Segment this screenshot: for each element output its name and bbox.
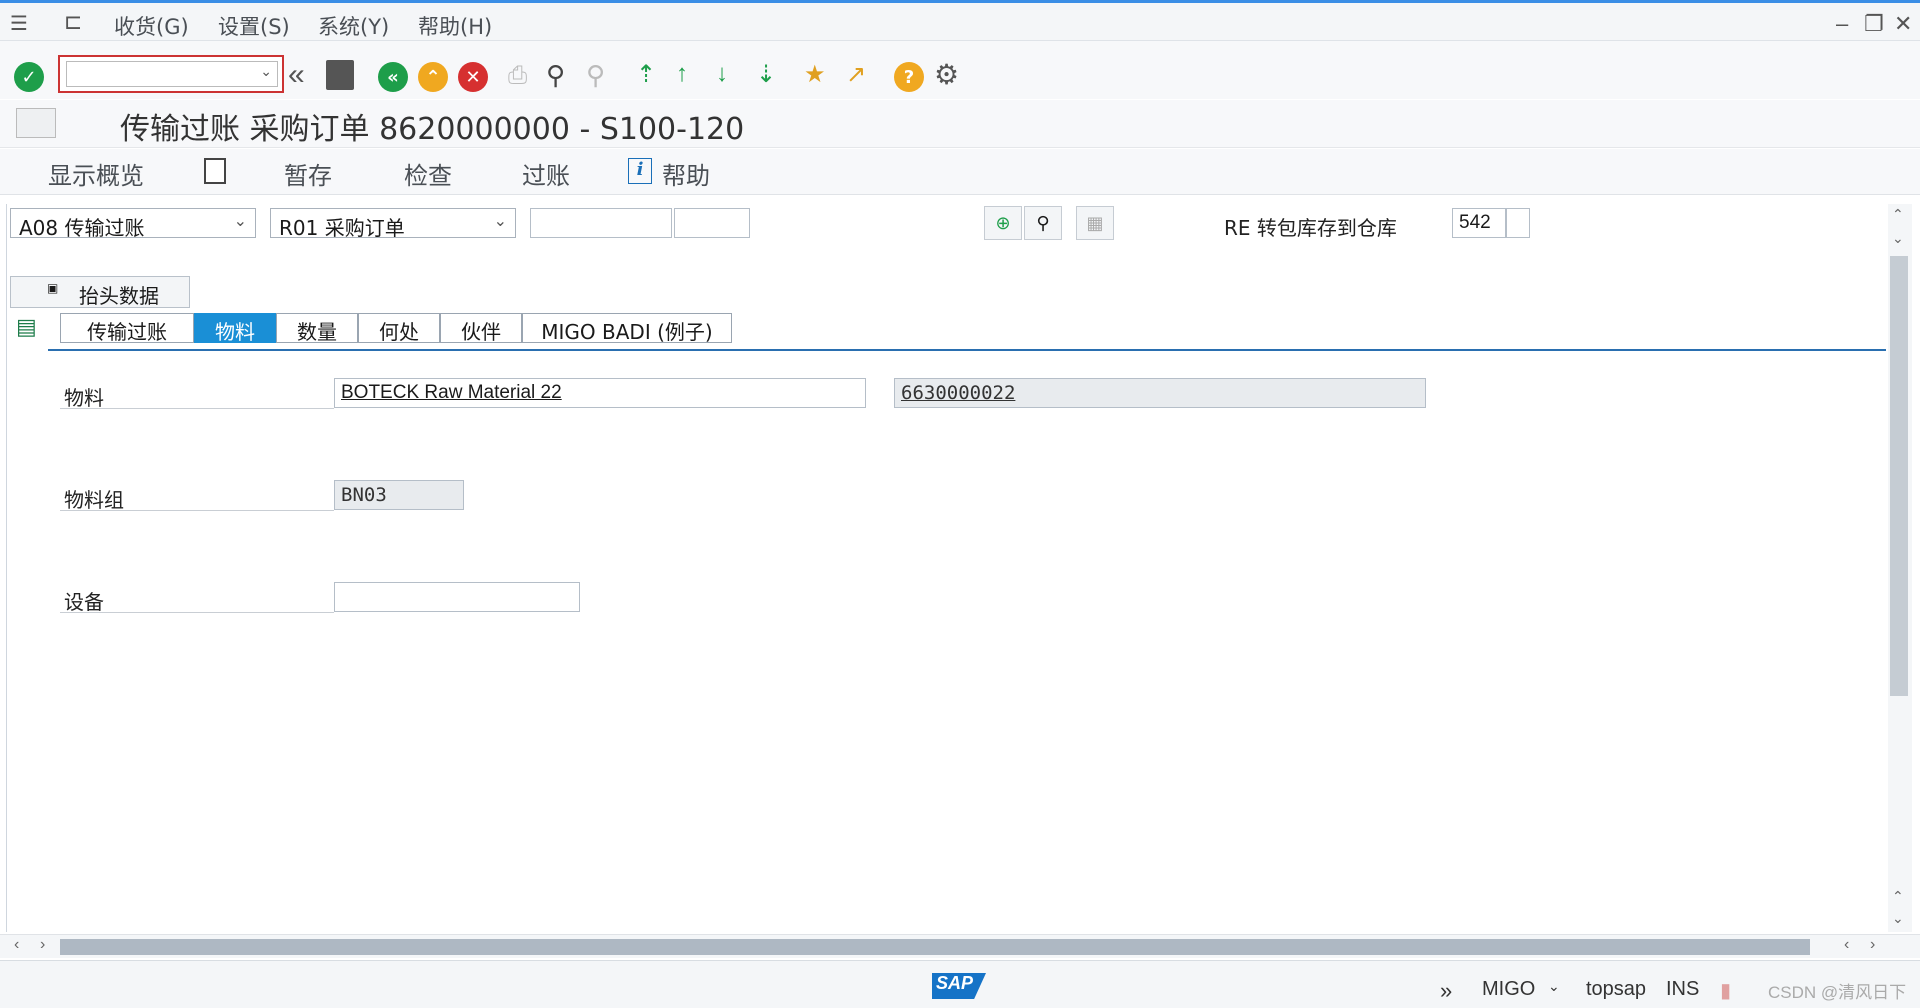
expand-status-icon[interactable]: » — [1440, 978, 1452, 1004]
search-button[interactable]: ⚲ — [1024, 206, 1062, 240]
tab-transfer-posting[interactable]: 传输过账 — [60, 313, 194, 344]
screen-menu-icon[interactable] — [16, 108, 56, 138]
check-button[interactable]: 检查 — [404, 156, 452, 191]
reference-dropdown[interactable]: R01 采购订单 ⌄ — [270, 208, 516, 240]
system-menu-icon[interactable]: ⊏ — [64, 9, 82, 35]
label-underline — [60, 612, 334, 613]
detail-toggle-icon[interactable]: ▤ — [16, 314, 37, 340]
next-page-icon[interactable]: ↓ — [716, 60, 728, 88]
chevron-down-icon: ⌄ — [233, 211, 247, 230]
help-icon[interactable]: ? — [894, 62, 924, 92]
last-page-icon[interactable]: ⇣ — [756, 60, 776, 89]
menu-icon[interactable]: ☰ — [10, 11, 28, 36]
scroll-down-icon[interactable]: ⌄ — [1892, 910, 1904, 927]
hold-button[interactable]: 暂存 — [284, 156, 332, 191]
first-page-icon[interactable]: ⇡ — [636, 60, 656, 89]
server-name: topsap — [1586, 978, 1647, 1000]
calculator-button[interactable]: ▦ — [1076, 206, 1114, 240]
scroll-down-icon[interactable]: ⌄ — [1892, 230, 1904, 247]
chevron-down-icon: ⌄ — [493, 211, 507, 230]
scroll-right-icon[interactable]: › — [40, 936, 45, 954]
scroll-up-icon[interactable]: ⌃ — [1892, 206, 1904, 223]
close-icon[interactable]: ✕ — [1894, 11, 1912, 37]
prev-page-icon[interactable]: ↑ — [676, 60, 688, 88]
material-label: 物料 — [64, 386, 104, 410]
tab-where[interactable]: 何处 — [358, 313, 440, 344]
print-icon[interactable]: ⎙ — [508, 62, 527, 90]
menu-settings[interactable]: 设置(S) — [218, 11, 290, 41]
command-field[interactable]: ⌄ — [58, 55, 284, 93]
equipment-label: 设备 — [64, 590, 104, 614]
tab-quantity[interactable]: 数量 — [276, 313, 358, 344]
toggle-icon: ▣ — [47, 281, 59, 295]
check-icon[interactable]: ✓ — [14, 62, 44, 92]
new-document-icon[interactable] — [204, 158, 226, 184]
insert-mode: INS — [1666, 978, 1700, 1000]
execute-icon: ⊕ — [995, 212, 1011, 233]
cancel-icon[interactable]: ✕ — [458, 62, 488, 92]
action-dropdown[interactable]: A08 传输过账 ⌄ — [10, 208, 256, 240]
back-double-icon[interactable]: « — [288, 58, 305, 92]
document-number-input[interactable] — [530, 208, 672, 238]
tab-material[interactable]: 物料 — [194, 313, 276, 344]
label-underline — [60, 408, 334, 409]
scroll-left-icon[interactable]: ‹ — [14, 936, 19, 954]
horizontal-scroll-thumb[interactable] — [60, 939, 1810, 955]
tab-migo-badi[interactable]: MIGO BADI (例子) — [522, 313, 732, 344]
find-icon[interactable]: ⚲ — [546, 60, 565, 91]
restore-icon[interactable]: ❐ — [1864, 11, 1884, 37]
tab-partner[interactable]: 伙伴 — [440, 313, 522, 344]
label-underline — [60, 510, 334, 511]
show-overview-button[interactable]: 显示概览 — [48, 156, 144, 191]
chevron-down-icon[interactable]: ⌄ — [260, 63, 272, 80]
minimize-icon[interactable]: – — [1836, 11, 1848, 37]
menu-help[interactable]: 帮助(H) — [418, 11, 492, 41]
shortcut-icon[interactable]: ↗ — [846, 60, 866, 89]
vertical-scroll-thumb[interactable] — [1890, 256, 1908, 696]
menu-bar: ☰ ⊏ 收货(G) 设置(S) 系统(Y) 帮助(H) – ❐ ✕ — [0, 3, 1920, 41]
page-title: 传输过账 采购订单 8620000000 - S100-120 — [120, 112, 745, 147]
settings-icon[interactable]: ⚙ — [934, 58, 959, 91]
save-icon[interactable] — [326, 60, 354, 90]
movement-type-label: RE 转包库存到仓库 — [1224, 216, 1397, 240]
material-number-field: 6630000022 — [894, 378, 1426, 408]
exit-icon[interactable]: ⌃ — [418, 62, 448, 92]
watermark: CSDN @清风日下 — [1768, 983, 1907, 1002]
menu-system[interactable]: 系统(Y) — [318, 11, 389, 41]
back-icon[interactable]: « — [378, 62, 408, 92]
movement-type-extra[interactable] — [1506, 208, 1530, 238]
scroll-left-icon[interactable]: ‹ — [1844, 936, 1849, 954]
header-data-button[interactable]: ▣ 抬头数据 — [10, 276, 190, 308]
material-group-label: 物料组 — [64, 488, 124, 512]
material-group-field: BN03 — [334, 480, 464, 510]
equipment-input[interactable] — [334, 582, 580, 612]
find-next-icon[interactable]: ⚲ — [586, 60, 605, 91]
transaction-code[interactable]: MIGO — [1482, 978, 1535, 1001]
menu-goods-receipt[interactable]: 收货(G) — [114, 11, 189, 41]
chevron-down-icon[interactable]: ⌄ — [1548, 978, 1560, 995]
help-button[interactable]: 帮助 — [662, 156, 710, 191]
scroll-right-icon[interactable]: › — [1870, 936, 1875, 954]
info-icon[interactable]: i — [628, 158, 652, 184]
document-item-input[interactable] — [674, 208, 750, 238]
status-icon: ▮ — [1720, 980, 1732, 1002]
scroll-up-icon[interactable]: ⌃ — [1892, 888, 1904, 905]
tab-underline — [48, 349, 1886, 351]
binoculars-icon: ⚲ — [1036, 212, 1050, 233]
material-description-field[interactable]: BOTECK Raw Material 22 — [334, 378, 866, 408]
post-button[interactable]: 过账 — [522, 156, 570, 191]
new-session-icon[interactable]: ★ — [804, 60, 826, 89]
movement-type-input[interactable]: 542 — [1452, 208, 1506, 238]
calculator-icon: ▦ — [1086, 212, 1104, 233]
execute-button[interactable]: ⊕ — [984, 206, 1022, 240]
